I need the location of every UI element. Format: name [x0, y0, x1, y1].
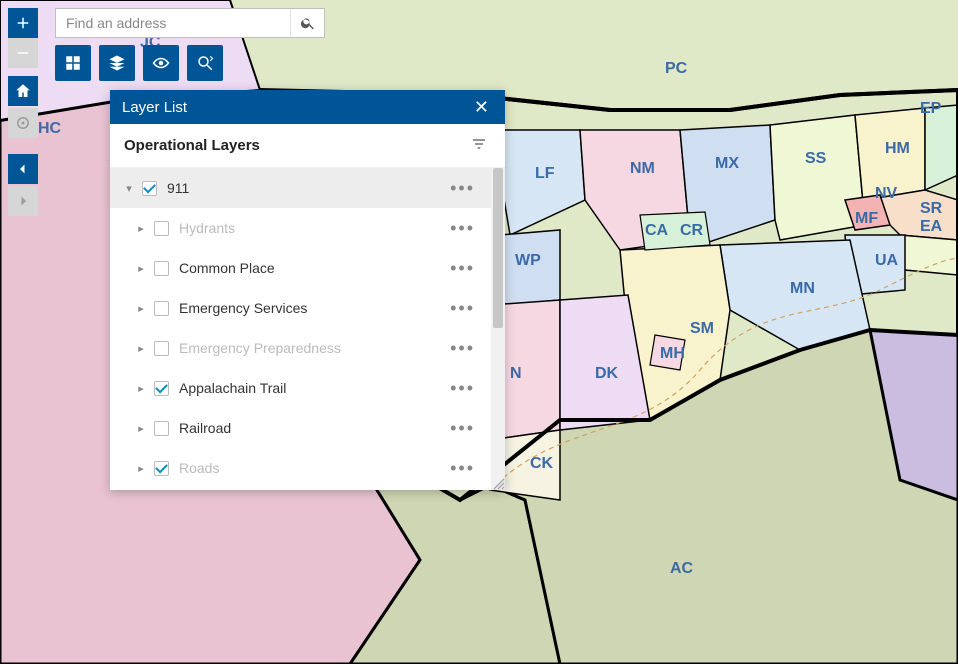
search-submit-button[interactable]: [290, 9, 324, 37]
layer-actions-button[interactable]: •••: [446, 338, 479, 359]
expand-caret-icon[interactable]: ▸: [134, 302, 148, 315]
home-locate-controls: [8, 76, 38, 140]
layer-label: Railroad: [179, 420, 446, 436]
panel-close-button[interactable]: ✕: [470, 97, 493, 118]
expand-caret-icon[interactable]: ▸: [134, 342, 148, 355]
layer-list-panel: Layer List ✕ Operational Layers ▾911•••▸…: [110, 90, 505, 490]
layer-label: Hydrants: [179, 220, 446, 236]
layer-actions-button[interactable]: •••: [446, 258, 479, 279]
panel-title: Layer List: [122, 99, 187, 116]
next-extent-button[interactable]: [8, 186, 38, 216]
scrollbar-track[interactable]: [491, 168, 505, 490]
panel-resize-handle[interactable]: [491, 476, 505, 490]
home-button[interactable]: [8, 76, 38, 106]
layer-list-button[interactable]: [99, 45, 135, 81]
layer-label: Emergency Services: [179, 300, 446, 316]
layer-item-row[interactable]: ▸ Common Place•••: [110, 248, 491, 288]
layer-label: Emergency Preparedness: [179, 340, 446, 356]
layer-label: Common Place: [179, 260, 446, 276]
layer-actions-button[interactable]: •••: [446, 178, 479, 199]
layer-label: Roads: [179, 460, 446, 476]
query-button[interactable]: [187, 45, 223, 81]
layer-visibility-checkbox[interactable]: [154, 301, 169, 316]
layer-item-row[interactable]: ▸ Emergency Preparedness•••: [110, 328, 491, 368]
layer-label: 911: [167, 180, 446, 196]
basemap-gallery-button[interactable]: [55, 45, 91, 81]
tool-row: [55, 45, 223, 81]
layer-actions-button[interactable]: •••: [446, 378, 479, 399]
panel-header[interactable]: Layer List ✕: [110, 90, 505, 124]
search-bar: [55, 8, 325, 38]
expand-caret-icon[interactable]: ▸: [134, 382, 148, 395]
layer-visibility-checkbox[interactable]: [154, 421, 169, 436]
panel-subheader: Operational Layers: [110, 124, 505, 168]
search-input[interactable]: [56, 9, 290, 37]
map-viewport[interactable]: JCHCPCEPLFNMMXSSHMNVSRMFEACACRUAWPMNSMMH…: [0, 0, 958, 664]
layer-group-row[interactable]: ▾ 911•••: [110, 168, 491, 208]
layer-item-row[interactable]: ▸ Railroad•••: [110, 408, 491, 448]
layer-item-row[interactable]: ▸ Emergency Services•••: [110, 288, 491, 328]
layer-options-button[interactable]: [467, 132, 491, 159]
layer-item-row[interactable]: ▸ Appalachain Trail•••: [110, 368, 491, 408]
expand-caret-icon[interactable]: ▸: [134, 462, 148, 475]
measure-button[interactable]: [143, 45, 179, 81]
layer-label: Appalachain Trail: [179, 380, 446, 396]
layer-visibility-checkbox[interactable]: [154, 461, 169, 476]
scrollbar-thumb[interactable]: [493, 168, 503, 328]
extent-controls: [8, 154, 38, 218]
layer-actions-button[interactable]: •••: [446, 458, 479, 479]
collapse-caret-icon[interactable]: ▾: [122, 182, 136, 195]
zoom-out-button[interactable]: [8, 38, 38, 68]
layer-visibility-checkbox[interactable]: [154, 261, 169, 276]
layer-actions-button[interactable]: •••: [446, 298, 479, 319]
layer-visibility-checkbox[interactable]: [154, 381, 169, 396]
layer-item-row[interactable]: ▸ Hydrants•••: [110, 208, 491, 248]
expand-caret-icon[interactable]: ▸: [134, 222, 148, 235]
locate-button[interactable]: [8, 108, 38, 138]
expand-caret-icon[interactable]: ▸: [134, 422, 148, 435]
zoom-controls: [8, 8, 38, 68]
panel-subtitle: Operational Layers: [124, 137, 260, 154]
expand-caret-icon[interactable]: ▸: [134, 262, 148, 275]
layer-visibility-checkbox[interactable]: [154, 221, 169, 236]
zoom-in-button[interactable]: [8, 8, 38, 38]
previous-extent-button[interactable]: [8, 154, 38, 184]
layer-actions-button[interactable]: •••: [446, 218, 479, 239]
layer-actions-button[interactable]: •••: [446, 418, 479, 439]
layer-visibility-checkbox[interactable]: [142, 181, 157, 196]
layer-item-row[interactable]: ▸ Roads•••: [110, 448, 491, 488]
layer-visibility-checkbox[interactable]: [154, 341, 169, 356]
layer-scroll: ▾911•••▸Hydrants•••▸Common Place•••▸Emer…: [110, 168, 505, 490]
